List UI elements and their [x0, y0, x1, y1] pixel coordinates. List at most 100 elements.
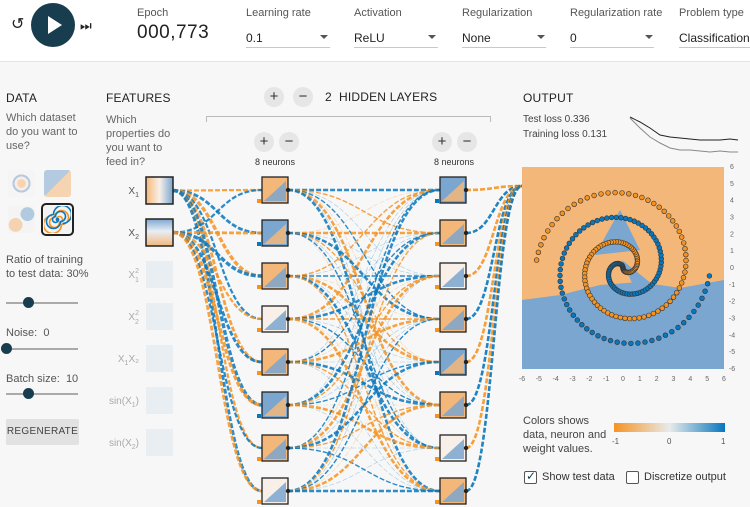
link-input-1-h1-5[interactable] [172, 230, 263, 407]
neuron-h1-6-bias [285, 445, 291, 451]
legend-description: Colors shows data, neuron and weight val… [523, 415, 607, 455]
spiral-point [598, 191, 604, 197]
spiral-point [655, 308, 661, 314]
neuron-h2-4-bias-square [435, 371, 439, 375]
feature-node-6[interactable] [146, 429, 173, 456]
x-axis-tick: -1 [603, 376, 609, 383]
spiral-point [574, 317, 580, 323]
y-axis-tick: -3 [729, 316, 735, 323]
spiral-point [673, 290, 680, 296]
neuron-h1-3-bias-square [257, 328, 261, 332]
neuron-h2-0-bias [463, 187, 469, 193]
y-axis-tick: 2 [730, 231, 734, 238]
spiral-point [676, 228, 682, 235]
x-axis-tick: -6 [519, 376, 525, 383]
legend-tick-max: 1 [721, 437, 726, 446]
neuron-h2-5-bias-square [435, 414, 439, 418]
y-axis-tick: 0 [730, 265, 734, 272]
neuron-h2-2-bias-square [435, 285, 439, 289]
spiral-point [628, 340, 634, 347]
x-axis-tick: 0 [621, 376, 625, 383]
spiral-point [573, 232, 579, 238]
legend-tick-mid: 0 [667, 437, 672, 446]
neuron-h1-1-bias-square [257, 242, 261, 246]
discretize-output-checkbox[interactable] [626, 471, 639, 484]
playground-app: ↺ ⏭ Epoch 000,773 Learning rate 0.1 Acti… [0, 0, 750, 507]
x-axis-tick: 6 [722, 376, 726, 383]
neuron-h2-3-bias-square [435, 328, 439, 332]
spiral-point [635, 340, 641, 346]
link-h2-6-output[interactable] [465, 184, 523, 450]
neuron-h1-1-bias [285, 230, 291, 236]
spiral-point [676, 285, 683, 291]
spiral-point [646, 312, 652, 319]
spiral-point [645, 197, 651, 203]
network-nodes [145, 176, 469, 505]
spiral-point [541, 235, 547, 241]
color-legend-bar [614, 423, 725, 432]
feature-node-0[interactable] [145, 176, 174, 205]
feature-label-5: sin(X1) [109, 396, 139, 409]
spiral-point [678, 280, 685, 286]
feature-label-4: X1X₂ [118, 354, 139, 367]
spiral-point [659, 305, 665, 311]
spiral-point [631, 315, 638, 322]
spiral-point [680, 240, 687, 246]
link-input-0-h1-5[interactable] [172, 188, 263, 407]
training-loss: Training loss 0.131 [523, 129, 608, 140]
y-axis-tick: 6 [730, 164, 734, 171]
spiral-point [683, 252, 689, 258]
spiral-point [613, 313, 619, 320]
spiral-point [557, 278, 563, 284]
link-input-1-h1-6[interactable] [172, 231, 263, 450]
x-axis-tick: 3 [672, 376, 676, 383]
spiral-point [576, 228, 583, 234]
neuron-h1-2-bias-square [257, 285, 261, 289]
spiral-point [589, 219, 596, 226]
y-axis-tick: -4 [729, 332, 735, 339]
spiral-point [559, 255, 566, 262]
spiral-point [533, 257, 540, 263]
spiral-point [599, 216, 605, 222]
spiral-point [682, 246, 688, 252]
feature-node-2[interactable] [146, 261, 173, 288]
spiral-point [577, 198, 584, 204]
x-axis-tick: -4 [553, 376, 559, 383]
spiral-point [699, 295, 705, 301]
spiral-point [682, 263, 689, 270]
spiral-point [561, 250, 567, 256]
neuron-h2-7-bias [463, 488, 469, 494]
spiral-point [563, 245, 570, 251]
feature-node-4[interactable] [146, 345, 173, 372]
spiral-point [667, 298, 673, 304]
spiral-point [627, 216, 633, 223]
show-test-data-checkbox[interactable] [524, 469, 537, 484]
spiral-point [691, 308, 697, 315]
output-heading: OUTPUT [523, 91, 574, 105]
feature-node-3[interactable] [146, 303, 173, 330]
neuron-h2-2-bias [463, 273, 469, 279]
show-test-data-label: Show test data [542, 471, 615, 483]
spiral-point [589, 329, 595, 336]
link-h2-5-output[interactable] [465, 184, 523, 407]
spiral-point [585, 222, 591, 228]
y-axis-tick: -2 [729, 299, 735, 306]
spiral-point [566, 240, 572, 247]
spiral-point [662, 332, 669, 338]
y-axis-tick: -1 [729, 282, 735, 289]
spiral-point [612, 189, 618, 196]
feature-label-3: X2 2 [128, 310, 139, 326]
spiral-point [663, 302, 669, 308]
x-axis-tick: -3 [569, 376, 575, 383]
spiral-point [535, 249, 542, 256]
y-axis-tick: 3 [730, 215, 734, 222]
spiral-point [569, 236, 576, 242]
loss-chart [629, 116, 739, 153]
spiral-point [686, 314, 692, 320]
spiral-point [617, 314, 624, 321]
feature-label-6: sin(X2) [109, 438, 139, 451]
spiral-point [683, 257, 689, 264]
spiral-point [565, 205, 571, 212]
feature-node-1[interactable] [145, 218, 174, 247]
feature-node-5[interactable] [146, 387, 173, 414]
